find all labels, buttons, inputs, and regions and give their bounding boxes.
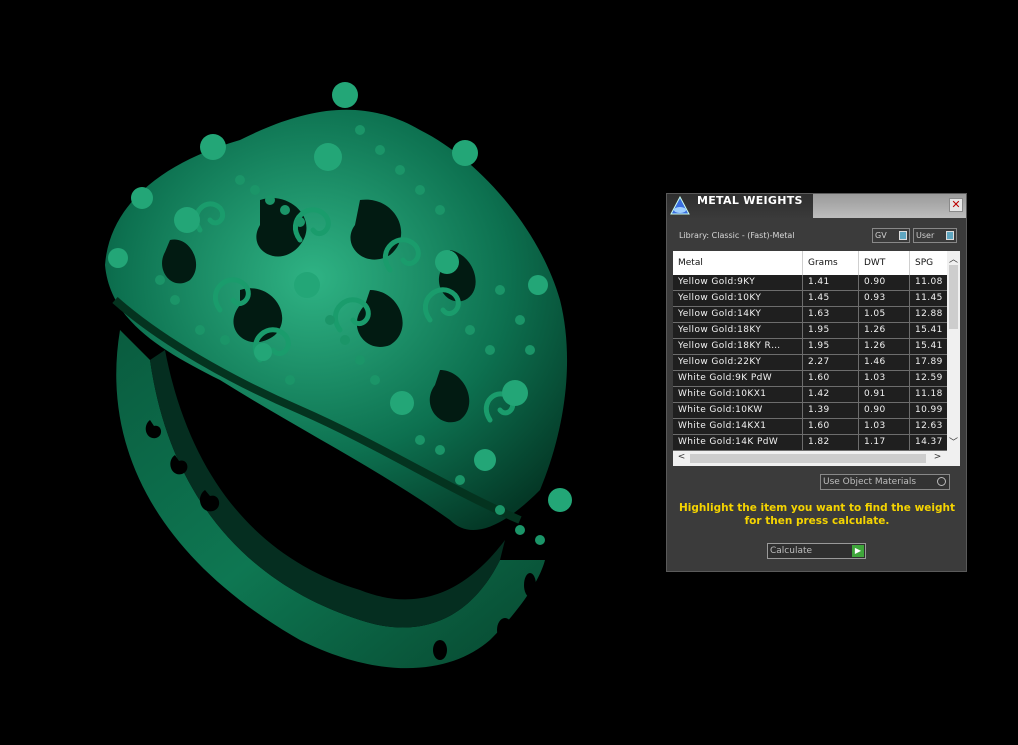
metal-cell: Yellow Gold:14KY [673,307,803,322]
toggle-knob-icon [899,231,907,240]
ring-model[interactable] [0,0,660,741]
metal-cell: Yellow Gold:22KY [673,355,803,370]
spg-cell: 11.08 [915,277,943,287]
table-row[interactable]: Yellow Gold:10KY 1.45 0.93 11.45 [673,291,947,307]
grams-cell: 1.95 [803,339,859,354]
spg-cell: 15.41 [915,325,943,335]
vertical-scroll-thumb[interactable] [949,265,958,329]
table-row[interactable]: White Gold:10KW 1.39 0.90 10.99 [673,403,947,419]
user-toggle-label: User [916,231,935,240]
table-row[interactable]: White Gold:10KX1 1.42 0.91 11.18 [673,387,947,403]
column-header-metal[interactable]: Metal [673,251,803,275]
panel-titlebar[interactable]: METAL WEIGHTS ✕ [667,194,966,218]
dwt-cell: 1.05 [859,307,910,322]
close-icon[interactable]: ✕ [949,198,963,212]
horizontal-scroll-thumb[interactable] [690,454,926,463]
column-header-spg[interactable]: SPG [910,251,947,275]
vertical-scrollbar[interactable]: ︿ ﹀ [947,251,960,451]
spg-cell: 11.18 [915,389,943,399]
grams-cell: 2.27 [803,355,859,370]
metal-cell: Yellow Gold:18KY R… [673,339,803,354]
jewelry-app-icon [669,195,691,217]
radio-icon[interactable] [937,477,946,486]
horizontal-scrollbar[interactable]: < > [673,451,960,466]
chevron-up-icon[interactable]: ︿ [947,252,960,265]
play-icon: ▶ [852,545,864,557]
dwt-cell: 1.03 [859,419,910,434]
metal-cell: Yellow Gold:9KY [673,275,803,290]
chevron-left-icon[interactable]: < [675,452,688,462]
gv-toggle[interactable]: GV [872,228,910,243]
grams-cell: 1.82 [803,435,859,450]
metal-weights-panel: METAL WEIGHTS ✕ Library: Classic - (Fast… [666,193,967,572]
dwt-cell: 1.03 [859,371,910,386]
3d-viewport[interactable] [0,0,660,741]
grams-cell: 1.41 [803,275,859,290]
spg-cell: 11.45 [915,293,943,303]
table-header: Metal Grams DWT SPG [673,251,947,275]
dwt-cell: 0.91 [859,387,910,402]
metal-cell: Yellow Gold:10KY [673,291,803,306]
user-toggle[interactable]: User [913,228,957,243]
panel-title: METAL WEIGHTS [697,194,803,207]
dwt-cell: 1.17 [859,435,910,450]
spg-cell: 10.99 [915,405,943,415]
table-row[interactable]: Yellow Gold:18KY R… 1.95 1.26 15.41 [673,339,947,355]
grams-cell: 1.60 [803,371,859,386]
table-row[interactable]: Yellow Gold:22KY 2.27 1.46 17.89 [673,355,947,371]
metal-cell: White Gold:10KW [673,403,803,418]
column-header-grams[interactable]: Grams [803,251,859,275]
grams-cell: 1.42 [803,387,859,402]
grams-cell: 1.95 [803,323,859,338]
table-row[interactable]: White Gold:14K PdW 1.82 1.17 14.37 [673,435,947,451]
spg-cell: 15.41 [915,341,943,351]
instruction-text: Highlight the item you want to find the … [679,502,955,527]
dwt-cell: 1.46 [859,355,910,370]
use-object-materials-label: Use Object Materials [823,477,917,487]
table-row[interactable]: White Gold:14KX1 1.60 1.03 12.63 [673,419,947,435]
toggle-knob-icon [946,231,954,240]
chevron-down-icon[interactable]: ﹀ [947,435,960,448]
calculate-button[interactable]: Calculate ▶ [767,543,866,559]
grams-cell: 1.63 [803,307,859,322]
spg-cell: 14.37 [915,437,943,447]
dwt-cell: 0.93 [859,291,910,306]
spg-cell: 12.59 [915,373,943,383]
calculate-label: Calculate [770,546,813,556]
use-object-materials-option[interactable]: Use Object Materials [820,474,950,490]
grams-cell: 1.60 [803,419,859,434]
dwt-cell: 1.26 [859,339,910,354]
gv-toggle-label: GV [875,231,887,240]
column-header-dwt[interactable]: DWT [859,251,910,275]
grams-cell: 1.39 [803,403,859,418]
table-row[interactable]: Yellow Gold:14KY 1.63 1.05 12.88 [673,307,947,323]
table-row[interactable]: White Gold:9K PdW 1.60 1.03 12.59 [673,371,947,387]
dwt-cell: 0.90 [859,275,910,290]
dwt-cell: 1.26 [859,323,910,338]
spg-cell: 17.89 [915,357,943,367]
chevron-right-icon[interactable]: > [931,452,944,462]
spg-cell: 12.63 [915,421,943,431]
metal-cell: White Gold:10KX1 [673,387,803,402]
dwt-cell: 0.90 [859,403,910,418]
spg-cell: 12.88 [915,309,943,319]
metal-cell: Yellow Gold:18KY [673,323,803,338]
panel-title-tab: METAL WEIGHTS [667,194,813,218]
metal-cell: White Gold:14K PdW [673,435,803,450]
library-label: Library: Classic - (Fast)-Metal [679,231,795,240]
grams-cell: 1.45 [803,291,859,306]
table-row[interactable]: Yellow Gold:18KY 1.95 1.26 15.41 [673,323,947,339]
table-row[interactable]: Yellow Gold:9KY 1.41 0.90 11.08 [673,275,947,291]
metal-weights-table: Metal Grams DWT SPG Yellow Gold:9KY 1.41 0… [673,251,960,466]
metal-cell: White Gold:14KX1 [673,419,803,434]
table-body: Yellow Gold:9KY 1.41 0.90 11.08 Yellow Gold:… [673,275,947,451]
metal-cell: White Gold:9K PdW [673,371,803,386]
